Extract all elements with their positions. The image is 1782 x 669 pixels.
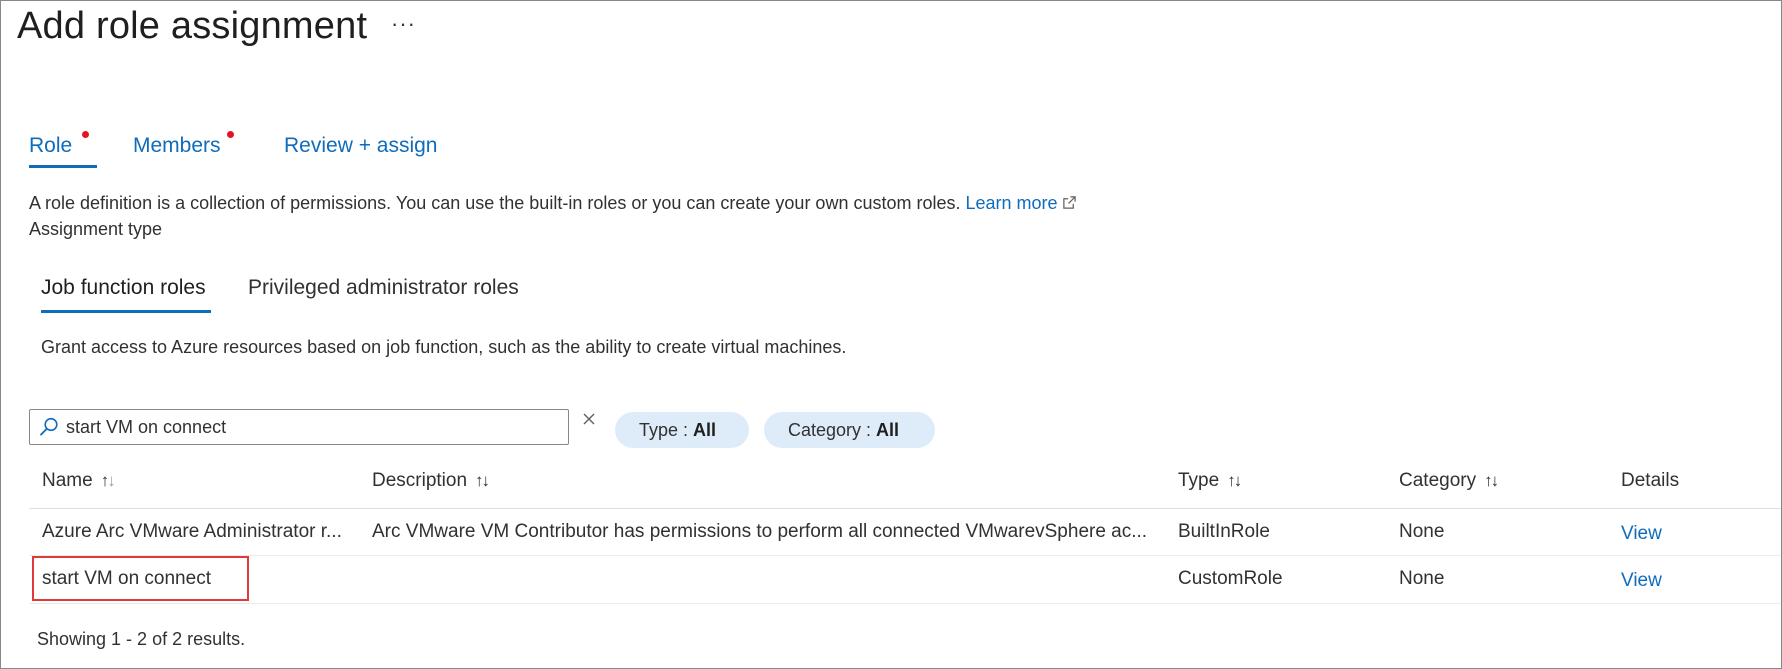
highlight-box xyxy=(32,556,249,601)
intro-text: A role definition is a collection of per… xyxy=(29,193,961,213)
search-icon xyxy=(38,416,60,443)
role-definition-description: A role definition is a collection of per… xyxy=(29,193,1077,215)
column-header-type-label: Type xyxy=(1178,470,1220,491)
column-header-name[interactable]: Name ↑↓ xyxy=(42,470,116,492)
table-header-divider xyxy=(29,508,1781,509)
table-row-divider xyxy=(29,603,1781,604)
category-filter-pill[interactable]: Category : All xyxy=(764,412,935,448)
more-options-icon[interactable]: ··· xyxy=(391,11,416,37)
table-row-1-type: BuiltInRole xyxy=(1178,521,1270,542)
sort-icon: ↑↓ xyxy=(1227,471,1242,490)
tab-role[interactable]: Role xyxy=(29,134,72,158)
tab-review-assign[interactable]: Review + assign xyxy=(284,134,438,158)
table-row-2-view-link[interactable]: View xyxy=(1621,570,1662,592)
category-filter-value: All xyxy=(876,420,900,440)
tab-role-underline xyxy=(29,165,97,168)
learn-more-link[interactable]: Learn more xyxy=(966,193,1077,213)
learn-more-label: Learn more xyxy=(965,193,1058,213)
sort-icon: ↑↓ xyxy=(1484,471,1499,490)
table-row-1-description: Arc VMware VM Contributor has permission… xyxy=(372,521,1148,542)
required-indicator-dot xyxy=(227,131,234,138)
tab-privileged-administrator-roles[interactable]: Privileged administrator roles xyxy=(248,276,519,300)
table-row-2-category: None xyxy=(1399,568,1445,589)
column-header-category[interactable]: Category ↑↓ xyxy=(1399,470,1499,492)
sort-icon: ↑↓ xyxy=(475,471,490,490)
column-header-details: Details xyxy=(1621,470,1680,491)
type-filter-value: All xyxy=(693,420,717,440)
assignment-type-label: Assignment type xyxy=(29,219,163,239)
external-link-icon xyxy=(1062,194,1077,215)
results-count: Showing 1 - 2 of 2 results. xyxy=(37,629,246,649)
search-input[interactable] xyxy=(66,413,556,441)
category-filter-label: Category : xyxy=(788,420,877,440)
type-filter-label: Type : xyxy=(639,420,694,440)
add-role-assignment-page: Add role assignment ··· Role Members Rev… xyxy=(0,0,1782,669)
column-header-name-label: Name xyxy=(42,470,93,491)
subtab-active-underline xyxy=(41,310,211,313)
clear-search-icon[interactable] xyxy=(581,411,597,432)
column-header-description[interactable]: Description ↑↓ xyxy=(372,470,490,492)
required-indicator-dot xyxy=(82,131,89,138)
column-header-type[interactable]: Type ↑↓ xyxy=(1178,470,1242,492)
table-row-divider xyxy=(29,555,1781,556)
column-header-description-label: Description xyxy=(372,470,468,491)
grant-access-description: Grant access to Azure resources based on… xyxy=(41,337,847,357)
table-row-1-category: None xyxy=(1399,521,1445,542)
search-box[interactable] xyxy=(29,409,569,445)
sort-icon: ↑↓ xyxy=(100,471,116,490)
table-row-2-type: CustomRole xyxy=(1178,568,1283,589)
tab-members[interactable]: Members xyxy=(133,134,221,158)
type-filter-pill[interactable]: Type : All xyxy=(615,412,749,448)
table-row-1-name[interactable]: Azure Arc VMware Administrator r... xyxy=(42,521,358,543)
table-row-1-view-link[interactable]: View xyxy=(1621,523,1662,545)
tab-job-function-roles[interactable]: Job function roles xyxy=(41,276,206,300)
column-header-category-label: Category xyxy=(1399,470,1477,491)
page-title: Add role assignment xyxy=(17,5,368,47)
